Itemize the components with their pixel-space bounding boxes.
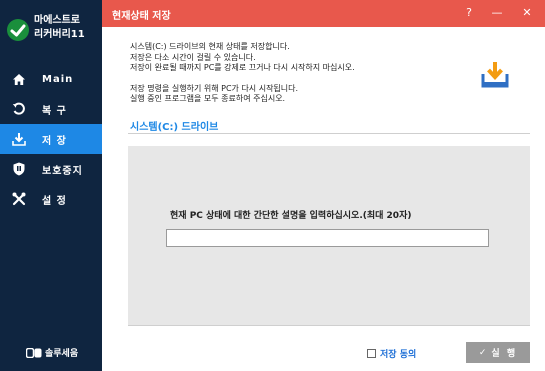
save-agree-checkbox[interactable]: 저장 동의 bbox=[367, 347, 416, 360]
drive-section-title: 시스템(C:) 드라이브 bbox=[130, 122, 219, 133]
run-button-label: 실 행 bbox=[491, 349, 518, 359]
sidebar-item-protection-stop[interactable]: 보호중지 bbox=[0, 154, 102, 184]
sidebar-item-label: 보호중지 bbox=[42, 165, 83, 177]
app-logo-icon bbox=[7, 19, 29, 41]
description-line: 저장 명령을 실행하기 위해 PC가 다시 시작됩니다. bbox=[130, 83, 299, 93]
save-agree-label: 저장 동의 bbox=[380, 350, 417, 360]
sidebar-item-label: Main bbox=[42, 73, 74, 85]
sidebar-item-settings[interactable]: 설 정 bbox=[0, 184, 102, 214]
app-name-line1: 마에스트로 bbox=[34, 15, 80, 26]
sidebar-item-restore[interactable]: 복 구 bbox=[0, 94, 102, 124]
minimize-button[interactable]: — bbox=[490, 6, 504, 19]
description-line: 저장은 다소 시간이 걸릴 수 있습니다. bbox=[130, 52, 256, 62]
window-title: 현재상태 저장 bbox=[112, 11, 171, 22]
sidebar-item-main[interactable]: Main bbox=[0, 64, 102, 94]
save-icon bbox=[12, 132, 26, 146]
description-line: 저장이 완료될 때까지 PC를 강제로 끄거나 다시 시작하지 마십시오. bbox=[130, 63, 355, 72]
description-line: 시스템(C:) 드라이브의 현재 상태를 저장합니다. bbox=[130, 42, 290, 51]
download-save-icon bbox=[481, 62, 509, 88]
close-button[interactable]: ✕ bbox=[520, 6, 534, 19]
section-divider bbox=[128, 133, 530, 134]
description-panel: 현재 PC 상태에 대한 간단한 설명을 입력하십시오.(최대 20자) bbox=[128, 146, 530, 326]
company-name: 솔루세움 bbox=[45, 349, 79, 359]
help-button[interactable]: ? bbox=[462, 6, 476, 19]
sidebar-nav: Main 복 구 저 장 보호중지 설 정 bbox=[0, 64, 102, 214]
state-description-input[interactable] bbox=[166, 229, 489, 247]
run-button[interactable]: ✓ 실 행 bbox=[466, 342, 530, 363]
brand: 마에스트로 리커버리11 bbox=[6, 14, 100, 48]
description-prompt: 현재 PC 상태에 대한 간단한 설명을 입력하십시오.(최대 20자) bbox=[170, 211, 412, 221]
shield-icon bbox=[12, 162, 26, 176]
home-icon bbox=[12, 72, 26, 86]
company-logo-icon bbox=[26, 347, 42, 358]
sidebar-item-label: 복 구 bbox=[42, 105, 67, 117]
description: 시스템(C:) 드라이브의 현재 상태를 저장합니다. 저장은 다소 시간이 걸… bbox=[130, 42, 355, 105]
app-name-line2: 리커버리11 bbox=[34, 29, 85, 40]
restore-icon bbox=[12, 102, 26, 116]
sidebar-item-label: 설 정 bbox=[42, 195, 67, 207]
sidebar-item-label: 저 장 bbox=[42, 135, 67, 147]
description-line: 실행 중인 프로그램을 모두 종료하여 주십시오. bbox=[130, 94, 286, 103]
app-name: 마에스트로 리커버리11 bbox=[34, 14, 85, 42]
sidebar: 마에스트로 리커버리11 Main 복 구 저 장 보호중지 설 정 솔루세움 bbox=[0, 0, 102, 371]
sidebar-item-save[interactable]: 저 장 bbox=[0, 124, 102, 154]
title-bar: 현재상태 저장 ? — ✕ bbox=[102, 0, 545, 27]
check-icon: ✓ bbox=[478, 347, 487, 358]
tools-icon bbox=[12, 192, 26, 206]
checkbox-box[interactable] bbox=[367, 349, 376, 358]
company-logo: 솔루세움 bbox=[26, 346, 78, 359]
